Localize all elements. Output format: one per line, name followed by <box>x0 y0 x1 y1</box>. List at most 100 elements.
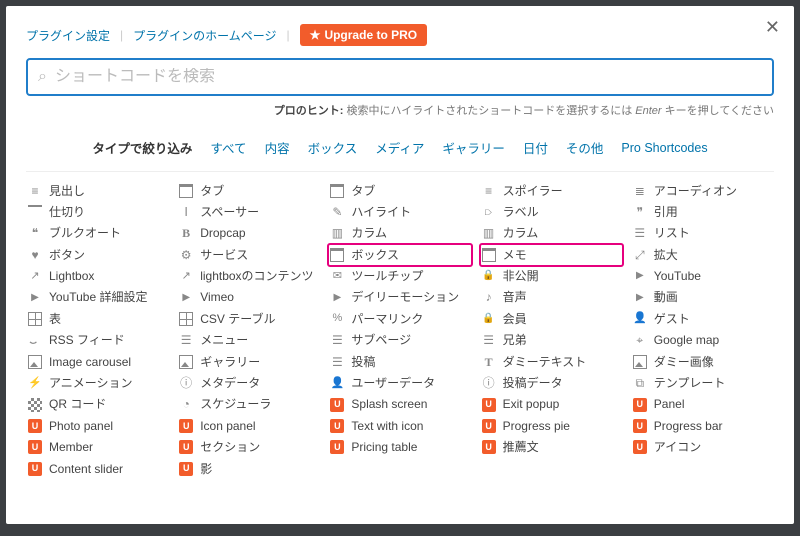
shortcode-dailymotion[interactable]: デイリーモーション <box>328 287 471 308</box>
table-icon <box>28 312 42 326</box>
shortcode-table[interactable]: 表 <box>26 308 169 329</box>
shortcode-service[interactable]: サービス <box>177 244 320 265</box>
shortcode-template[interactable]: テンプレート <box>631 373 774 394</box>
shortcode-label: Image carousel <box>49 355 131 369</box>
shortcode-lightbox-content[interactable]: lightboxのコンテンツ <box>177 266 320 287</box>
shortcode-columns[interactable]: カラム <box>328 223 471 244</box>
filter-media[interactable]: メディア <box>375 138 424 157</box>
shortcode-highlight[interactable]: ハイライト <box>328 201 471 222</box>
shortcode-rss-feed[interactable]: RSS フィード <box>26 330 169 351</box>
shortcode-pricing-table[interactable]: UPricing table <box>328 437 471 458</box>
plugin-homepage-link[interactable]: プラグインのホームページ <box>133 27 276 44</box>
shortcode-guests[interactable]: ゲスト <box>631 308 774 329</box>
shortcode-posts[interactable]: 投稿 <box>328 351 471 372</box>
shortcode-tooltip[interactable]: ツールチップ <box>328 266 471 287</box>
shortcode-label: QR コード <box>49 397 106 411</box>
shortcode-google-map[interactable]: Google map <box>631 330 774 351</box>
shortcode-post-data[interactable]: 投稿データ <box>480 373 623 394</box>
pullquote-icon <box>28 226 42 240</box>
shortcode-dummy-text[interactable]: ダミーテキスト <box>480 351 623 372</box>
shortcode-siblings[interactable]: 兄弟 <box>480 330 623 351</box>
shortcode-dummy-image[interactable]: ダミー画像 <box>631 351 774 372</box>
shortcode-box[interactable]: ボックス <box>328 244 471 265</box>
shortcode-text-with-icon[interactable]: UText with icon <box>328 415 471 436</box>
shortcode-list[interactable]: リスト <box>631 223 774 244</box>
shortcode-video[interactable]: 動画 <box>631 287 774 308</box>
dummy-text-icon <box>482 355 496 369</box>
shortcode-accordion[interactable]: アコーディオン <box>631 180 774 201</box>
pro-badge-icon: U <box>330 398 344 412</box>
shortcode-label: ラベル <box>503 205 539 219</box>
shortcode-audio[interactable]: 音声 <box>480 287 623 308</box>
shortcode-scheduler[interactable]: スケジューラ <box>177 394 320 415</box>
shortcode-testimonial[interactable]: U推薦文 <box>480 437 623 458</box>
shortcode-meta-data[interactable]: メタデータ <box>177 373 320 394</box>
shortcode-splash-screen[interactable]: USplash screen <box>328 394 471 415</box>
shortcode-divider[interactable]: 仕切り <box>26 201 169 222</box>
shortcode-progress-pie[interactable]: UProgress pie <box>480 415 623 436</box>
shortcode-label: タブ <box>351 184 375 198</box>
shortcode-permalink[interactable]: パーマリンク <box>328 308 471 329</box>
shortcode-icon[interactable]: Uアイコン <box>631 437 774 458</box>
shortcode-section[interactable]: Uセクション <box>177 437 320 458</box>
filter-content[interactable]: 内容 <box>265 138 290 157</box>
shortcode-tabs[interactable]: タブ <box>177 180 320 201</box>
shortcode-subpages[interactable]: サブページ <box>328 330 471 351</box>
shortcode-image-carousel[interactable]: Image carousel <box>26 351 169 372</box>
shortcode-youtube[interactable]: YouTube <box>631 266 774 287</box>
shortcode-photo-panel[interactable]: UPhoto panel <box>26 415 169 436</box>
shortcode-spoiler[interactable]: スポイラー <box>480 180 623 201</box>
shortcode-label: RSS フィード <box>49 333 125 347</box>
upgrade-pro-button[interactable]: ★ Upgrade to PRO <box>300 24 427 46</box>
shortcode-shadow[interactable]: U影 <box>177 458 320 479</box>
plugin-settings-link[interactable]: プラグイン設定 <box>26 27 110 44</box>
shortcode-csv-table[interactable]: CSV テーブル <box>177 308 320 329</box>
shortcode-pullquote[interactable]: ブルクオート <box>26 223 169 244</box>
menu-icon <box>179 333 193 347</box>
button-icon <box>28 248 42 262</box>
shortcode-column[interactable]: カラム <box>480 223 623 244</box>
shortcode-menu[interactable]: メニュー <box>177 330 320 351</box>
meta-data-icon <box>179 376 193 390</box>
shortcode-dropcap[interactable]: Dropcap <box>177 223 320 244</box>
shortcode-progress-bar[interactable]: UProgress bar <box>631 415 774 436</box>
shortcode-label: リスト <box>654 226 690 240</box>
shortcode-label: 影 <box>200 462 212 476</box>
shortcode-members[interactable]: 会員 <box>480 308 623 329</box>
shortcode-expand[interactable]: 拡大 <box>631 244 774 265</box>
shortcode-heading[interactable]: 見出し <box>26 180 169 201</box>
shortcode-content-slider[interactable]: UContent slider <box>26 458 169 479</box>
shortcode-member[interactable]: UMember <box>26 437 169 458</box>
shortcode-qr-code[interactable]: QR コード <box>26 394 169 415</box>
search-box[interactable]: ⌕ <box>26 58 774 96</box>
shortcode-spacer[interactable]: スペーサー <box>177 201 320 222</box>
dropcap-icon <box>179 226 193 240</box>
shortcode-note[interactable]: メモ <box>480 244 623 265</box>
shortcode-quote[interactable]: 引用 <box>631 201 774 222</box>
shortcode-icon-panel[interactable]: UIcon panel <box>177 415 320 436</box>
shortcode-label: スペーサー <box>200 205 259 219</box>
filter-box[interactable]: ボックス <box>308 138 358 157</box>
shortcode-button[interactable]: ボタン <box>26 244 169 265</box>
filter-all[interactable]: すべて <box>210 138 246 157</box>
shortcode-label: YouTube 詳細設定 <box>49 290 148 304</box>
shortcode-tab[interactable]: タブ <box>328 180 471 201</box>
shortcode-label: セクション <box>200 440 260 454</box>
shortcode-panel[interactable]: UPanel <box>631 394 774 415</box>
shortcode-label[interactable]: ラベル <box>480 201 623 222</box>
filter-pro[interactable]: Pro Shortcodes <box>621 141 707 155</box>
shortcode-exit-popup[interactable]: UExit popup <box>480 394 623 415</box>
shortcode-vimeo[interactable]: Vimeo <box>177 287 320 308</box>
filter-date[interactable]: 日付 <box>523 138 548 157</box>
filter-gallery[interactable]: ギャラリー <box>442 138 505 157</box>
pro-badge-icon: U <box>633 440 647 454</box>
shortcode-private[interactable]: 非公開 <box>480 266 623 287</box>
shortcode-animation[interactable]: アニメーション <box>26 373 169 394</box>
shortcode-user-data[interactable]: ユーザーデータ <box>328 373 471 394</box>
shortcode-lightbox[interactable]: Lightbox <box>26 266 169 287</box>
search-input[interactable] <box>55 68 762 86</box>
shortcode-youtube-advanced[interactable]: YouTube 詳細設定 <box>26 287 169 308</box>
shortcode-gallery[interactable]: ギャラリー <box>177 351 320 372</box>
filter-other[interactable]: その他 <box>566 138 604 157</box>
close-icon[interactable]: ✕ <box>765 18 780 36</box>
